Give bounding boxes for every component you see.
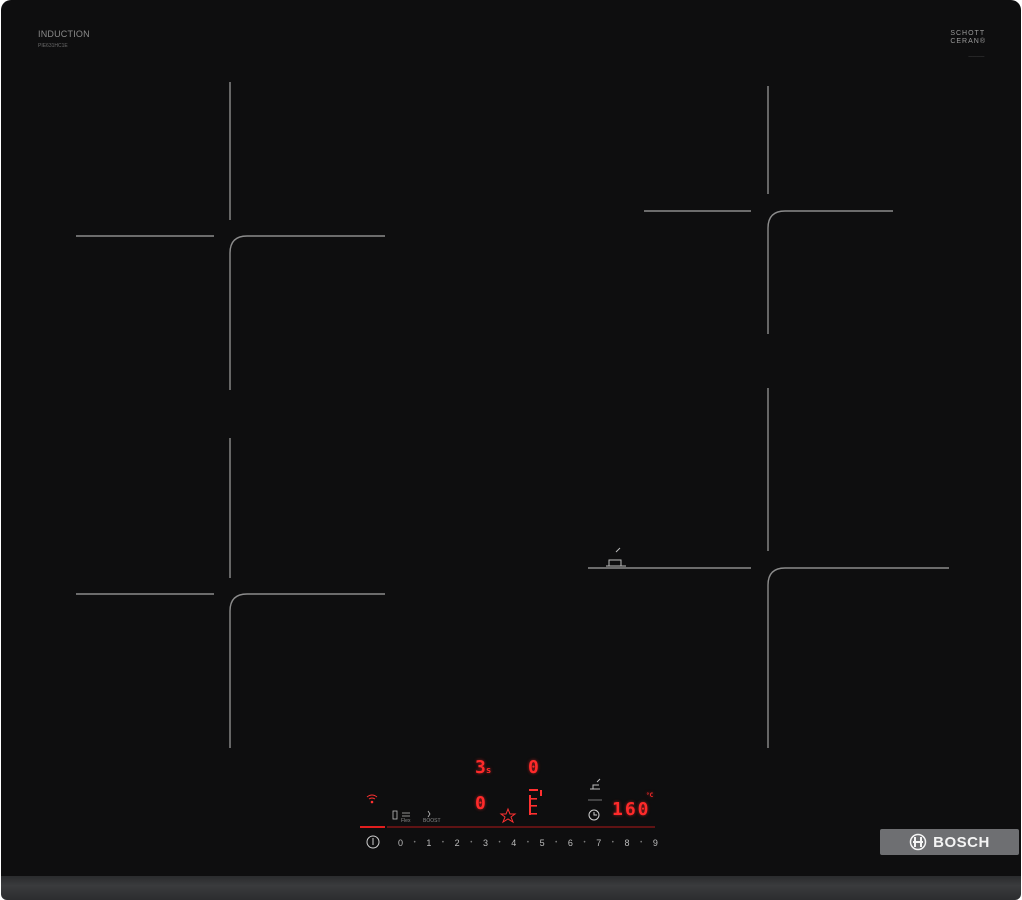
power-level-indicator [529, 789, 542, 815]
scale-step[interactable]: 6 [568, 838, 573, 848]
scale-step[interactable]: 4 [511, 838, 516, 848]
scale-dot: • [555, 840, 558, 846]
home-connect-button[interactable] [364, 793, 380, 805]
timer-value: 3 [475, 757, 486, 778]
scale-dot: • [441, 840, 445, 846]
scale-step[interactable]: 7 [596, 838, 601, 848]
frying-sensor-zone-icon [606, 547, 626, 567]
timer-button[interactable] [586, 808, 602, 824]
scale-dot: • [583, 840, 586, 846]
scale-dot: • [498, 840, 501, 846]
bosch-logo-plate: BOSCH [880, 829, 1019, 855]
timer-unit: s [485, 766, 492, 776]
scale-dot: • [640, 840, 643, 846]
cooking-zone-markings [76, 82, 949, 849]
scale-step[interactable]: 8 [625, 838, 630, 848]
temperature-display: 160 [612, 799, 651, 820]
scale-step[interactable]: 3 [483, 838, 488, 848]
scale-step[interactable]: 0 [398, 838, 403, 848]
scale-step[interactable]: 9 [653, 838, 658, 848]
frying-sensor-button[interactable] [586, 776, 604, 794]
power-button[interactable] [365, 834, 382, 851]
boost-button[interactable] [420, 808, 440, 824]
timer-display: 3s [475, 757, 491, 778]
favorite-button[interactable] [499, 807, 517, 825]
scale-dot: • [470, 840, 473, 846]
flex-button[interactable] [390, 808, 414, 824]
scale-step[interactable]: 5 [540, 838, 545, 848]
power-level-slider[interactable]: 0 • 1 • 2 • 3 • 4 • 5 • 6 • 7 • 8 • 9 [398, 836, 658, 850]
zone-power-display-top: 0 [528, 757, 539, 778]
scale-dot: • [611, 840, 614, 846]
scale-step[interactable]: 2 [455, 838, 460, 848]
zone-power-display-bottom: 0 [475, 793, 486, 814]
scale-dot: • [413, 840, 416, 846]
scale-step[interactable]: 1 [426, 838, 431, 848]
bosch-armature-icon [909, 833, 927, 851]
bosch-wordmark: BOSCH [933, 833, 990, 851]
scale-dot: • [526, 840, 529, 846]
temperature-unit: °C [646, 792, 654, 799]
